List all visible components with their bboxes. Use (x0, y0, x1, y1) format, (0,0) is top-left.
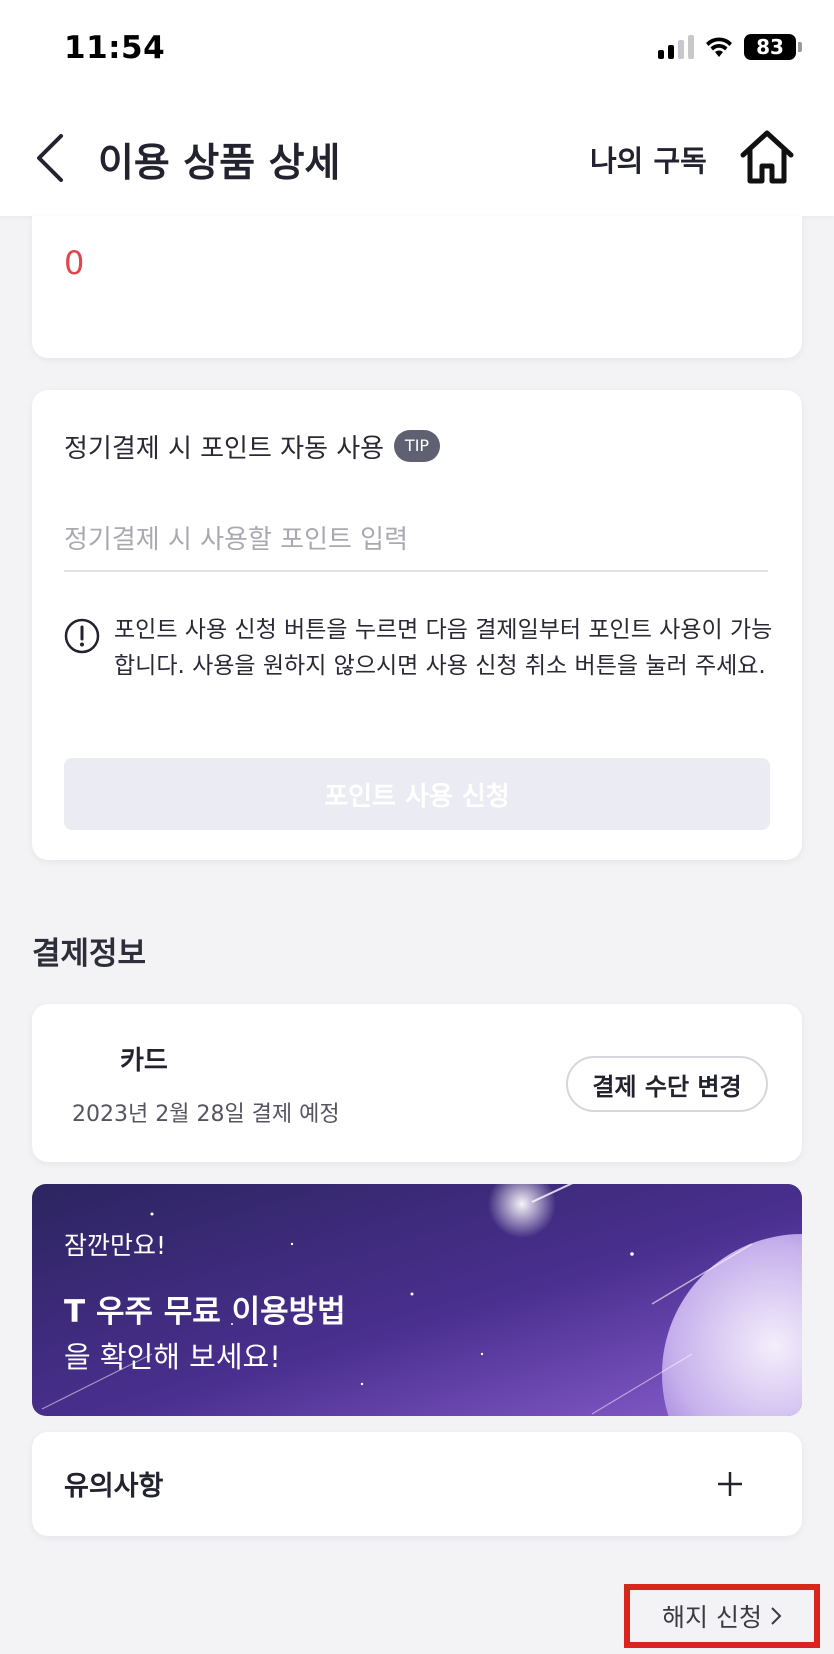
auto-point-title: 정기결제 시 포인트 자동 사용 (64, 434, 385, 464)
home-button[interactable] (738, 128, 796, 186)
battery-cap (798, 42, 802, 52)
change-payment-method-button[interactable]: 결제 수단 변경 (566, 1056, 768, 1112)
payment-info-card: 카드 2023년 2월 28일 결제 예정 결제 수단 변경 (32, 1004, 802, 1162)
plus-icon[interactable] (712, 1466, 748, 1502)
point-balance-value: 0 (64, 244, 85, 282)
chevron-right-icon (771, 1607, 782, 1625)
tip-badge[interactable]: TIP (394, 430, 440, 462)
page-title: 이용 상품 상세 (98, 141, 341, 186)
point-apply-button[interactable]: 포인트 사용 신청 (64, 758, 770, 830)
auto-point-card: 정기결제 시 포인트 자동 사용 TIP 포인트 사용 신청 버튼을 누르면 다… (32, 390, 802, 860)
back-button[interactable] (28, 130, 72, 186)
notes-title: 유의사항 (64, 1471, 164, 1502)
point-amount-input[interactable] (64, 510, 768, 572)
cancel-subscription-label: 해지 신청 (662, 1603, 762, 1632)
banner-subtitle: 잠깐만요! (64, 1231, 167, 1260)
home-icon (740, 130, 794, 184)
top-navigation-bar: 이용 상품 상세 나의 구독 (0, 100, 834, 216)
banner-title: T 우주 무료 이용방법 (64, 1294, 346, 1330)
payment-method: 카드 (120, 1046, 168, 1076)
battery-indicator: 83 (744, 34, 796, 60)
promo-banner[interactable]: 잠깐만요! T 우주 무료 이용방법 을 확인해 보세요! (32, 1184, 802, 1416)
notes-accordion[interactable]: 유의사항 (32, 1432, 802, 1536)
status-time: 11:54 (64, 30, 166, 66)
next-payment-date: 2023년 2월 28일 결제 예정 (72, 1102, 340, 1127)
my-subscription-link[interactable]: 나의 구독 (590, 138, 707, 180)
alert-circle-icon (64, 618, 100, 654)
wifi-icon (706, 37, 732, 57)
payment-section-title: 결제정보 (32, 936, 147, 972)
point-balance-card: 0 (32, 216, 802, 358)
cellular-signal-icon (658, 35, 694, 59)
point-usage-notice: 포인트 사용 신청 버튼을 누르면 다음 결제일부터 포인트 사용이 가능합니다… (114, 617, 773, 679)
back-arrow-icon (37, 134, 63, 182)
cancel-subscription-link[interactable]: 해지 신청 (624, 1584, 820, 1648)
status-bar: 11:54 83 (0, 0, 834, 100)
banner-description: 을 확인해 보세요! (64, 1340, 281, 1374)
status-icons: 83 (658, 34, 802, 60)
